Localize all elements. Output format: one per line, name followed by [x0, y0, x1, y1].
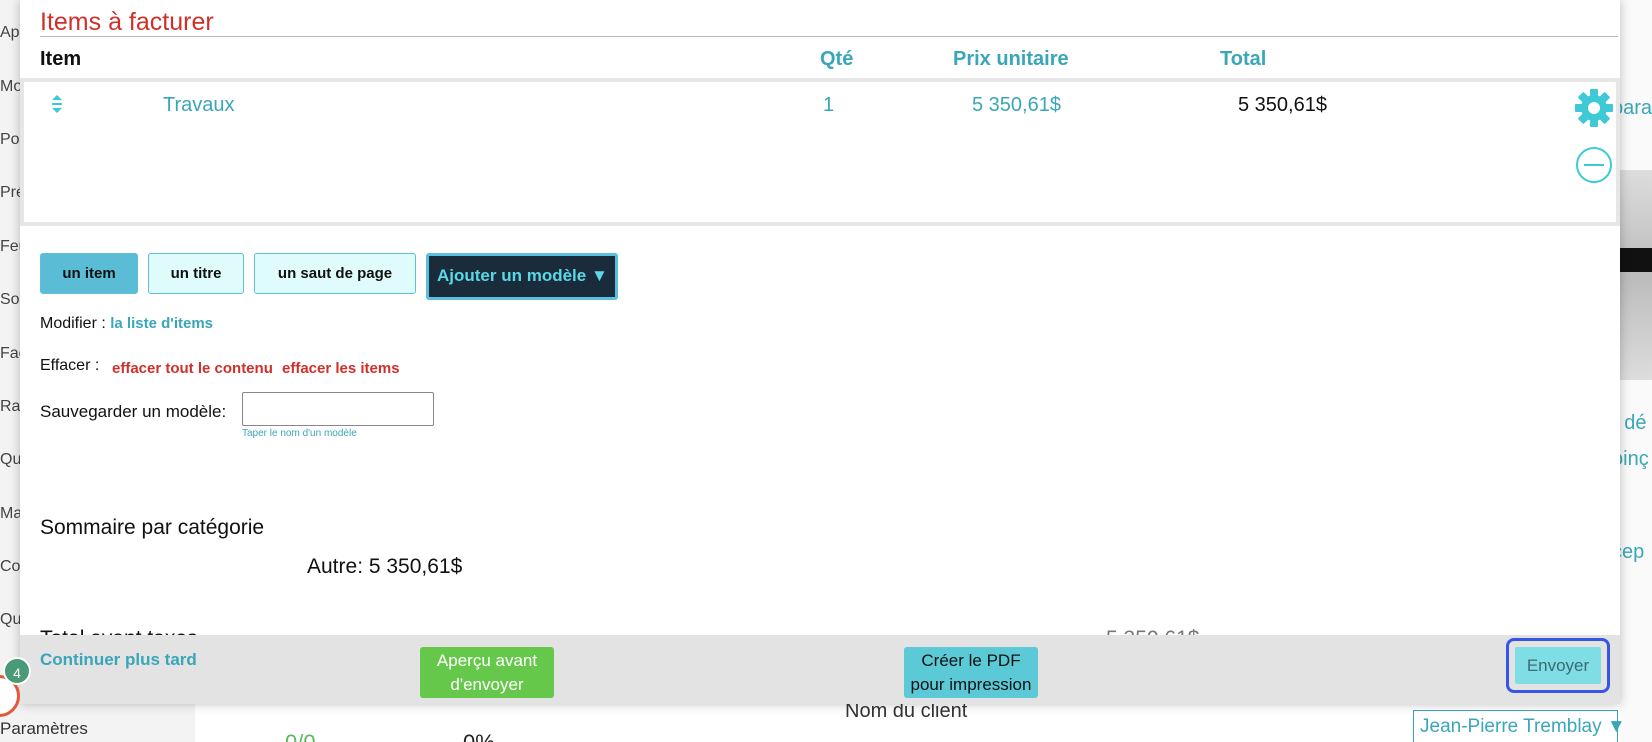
summary-line: Autre: 5 350,61$ [307, 555, 463, 578]
erase-all-link[interactable]: effacer tout le contenu [112, 360, 273, 377]
background-sidebar-item[interactable]: Ma [0, 505, 20, 523]
background-sidebar-item[interactable]: Sou [0, 291, 20, 309]
column-header-qty: Qté [820, 48, 854, 70]
erase-label: Effacer : [40, 357, 100, 374]
progress-percent: 0% [463, 730, 495, 742]
add-item-button[interactable]: un item [40, 253, 138, 294]
drag-handle-icon[interactable] [50, 94, 64, 114]
save-model-label: Sauvegarder un modèle: [40, 402, 227, 421]
background-sidebar-item[interactable]: Feu [0, 238, 20, 256]
create-pdf-button[interactable]: Créer le PDF pour impression [904, 647, 1038, 698]
create-pdf-button-line2: pour impression [910, 675, 1032, 694]
background-sidebar-item[interactable]: Qui [0, 451, 20, 469]
add-page-break-button[interactable]: un saut de page [254, 253, 416, 294]
modify-items-link[interactable]: la liste d'items [110, 315, 213, 332]
background-sidebar-item[interactable]: Pré [0, 184, 20, 202]
section-title: Items à facturer [40, 8, 214, 36]
sidebar-item-parametres[interactable]: Paramètres [0, 719, 88, 739]
invoice-items-modal: Items à facturer Item Qté Prix unitaire … [20, 0, 1620, 704]
background-sidebar-item[interactable]: Rap [0, 398, 20, 416]
preview-button[interactable]: Aperçu avant d'envoyer [420, 647, 554, 698]
column-header-item: Item [40, 48, 82, 70]
background-sidebar [0, 0, 20, 742]
background-right-bar [1620, 248, 1652, 272]
background-sidebar-item[interactable]: Co [0, 558, 20, 576]
background-sidebar-item[interactable]: Poi [0, 131, 20, 149]
background-right-image [1620, 170, 1652, 380]
create-pdf-button-line1: Créer le PDF [921, 651, 1021, 670]
add-model-dropdown[interactable]: Ajouter un modèle ▼ [426, 253, 618, 300]
item-total: 5 350,61$ [1238, 94, 1327, 116]
erase-items-link[interactable]: effacer les items [282, 360, 400, 377]
modify-label: Modifier : [40, 315, 111, 332]
preview-button-line1: Aperçu avant [436, 651, 538, 670]
remove-item-icon[interactable] [1576, 147, 1612, 183]
item-qty[interactable]: 1 [823, 94, 834, 117]
modify-row: Modifier : la liste d'items [40, 315, 213, 333]
preview-button-line2: d'envoyer [450, 675, 524, 694]
progress-count: 0/0 [285, 730, 316, 742]
send-button-label: Envoyer [1515, 647, 1601, 684]
background-sidebar-item[interactable]: Que [0, 611, 20, 629]
item-name[interactable]: Travaux [163, 94, 235, 117]
modal-footer: Continuer plus tard Aperçu avant d'envoy… [20, 635, 1620, 704]
summary-title: Sommaire par catégorie [40, 516, 265, 539]
background-sidebar-item[interactable]: Fac [0, 345, 20, 363]
add-title-button[interactable]: un titre [148, 253, 244, 294]
items-list: Travaux 1 5 350,61$ 5 350,61$ [20, 78, 1620, 226]
column-header-total: Total [1220, 48, 1267, 70]
background-sidebar-item[interactable]: Ap [0, 24, 20, 42]
save-model-hint: Taper le nom d'un modèle [242, 428, 357, 439]
title-divider [40, 36, 1618, 37]
item-unit-price[interactable]: 5 350,61$ [972, 94, 1061, 117]
column-header-unit-price: Prix unitaire [953, 48, 1069, 70]
send-button[interactable]: Envoyer [1506, 638, 1610, 693]
client-select[interactable]: Jean-Pierre Tremblay ▼ [1413, 710, 1626, 742]
background-sidebar-item[interactable]: Mo [0, 78, 20, 96]
notification-badge: 4 [3, 657, 31, 685]
continue-later-link[interactable]: Continuer plus tard [40, 650, 197, 670]
save-model-input[interactable] [242, 392, 434, 426]
gear-icon[interactable] [1574, 88, 1614, 128]
